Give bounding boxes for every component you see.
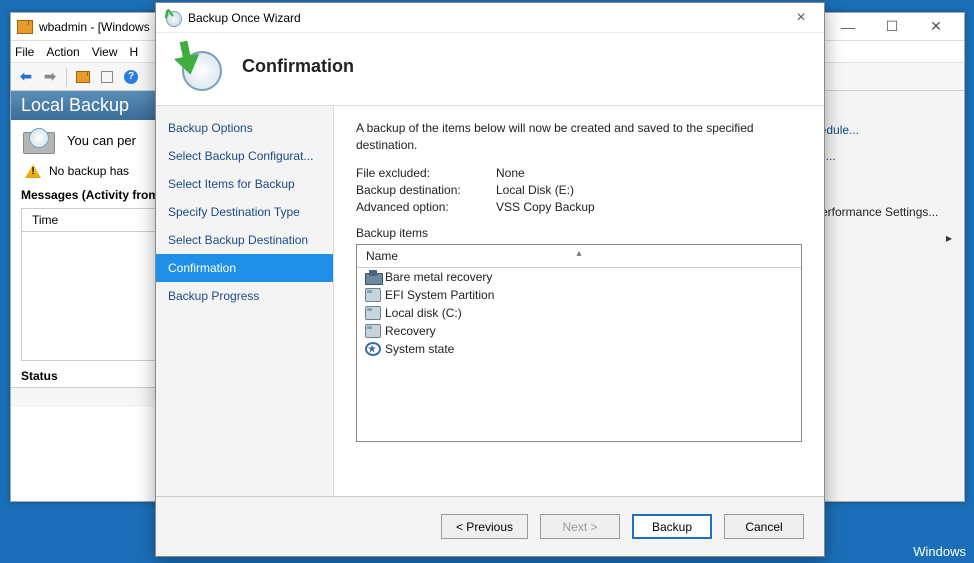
wizard-header: Confirmation [156,33,824,106]
drive-icon [365,306,381,320]
file-excluded-value: None [496,166,525,180]
wizard-header-icon [174,41,224,91]
backup-item-label: System state [385,342,454,356]
backup-cd-icon [21,126,57,154]
minimize-button[interactable]: — [826,17,870,37]
wizard-step[interactable]: Select Items for Backup [156,170,333,198]
forward-button[interactable]: ➡ [39,66,61,88]
wizard-step[interactable]: Backup Progress [156,282,333,310]
backup-item-row[interactable]: Bare metal recovery [357,268,801,286]
sys-icon [365,342,381,356]
file-excluded-label: File excluded: [356,166,496,180]
warning-icon [25,164,41,178]
menu-view[interactable]: View [92,45,118,59]
wizard-step[interactable]: Backup Options [156,114,333,142]
wizard-page-title: Confirmation [242,56,354,77]
wizard-step-list: Backup OptionsSelect Backup Configurat..… [156,106,334,496]
toolbar-icon-1[interactable] [72,66,94,88]
backup-item-label: Local disk (C:) [385,306,462,320]
wizard-step[interactable]: Specify Destination Type [156,198,333,226]
advanced-label: Advanced option: [356,200,496,214]
wizard-dialog-title: Backup Once Wizard [188,11,301,25]
wizard-description: A backup of the items below will now be … [356,120,802,154]
wizard-content: A backup of the items below will now be … [334,106,824,496]
previous-button[interactable]: < Previous [441,514,528,539]
destination-value: Local Disk (E:) [496,183,574,197]
no-backup-warning: No backup has [49,164,129,178]
action-more[interactable]: ▸ [805,225,964,237]
wizard-step[interactable]: Select Backup Configurat... [156,142,333,170]
drive-icon [365,324,381,338]
menu-help[interactable]: H [130,45,139,59]
back-button[interactable]: ⬅ [15,66,37,88]
next-button: Next > [540,514,620,539]
maximize-button[interactable]: ☐ [870,17,914,37]
backup-once-wizard: Backup Once Wizard × Confirmation Backup… [155,2,825,557]
separator [66,68,67,86]
cancel-button[interactable]: Cancel [724,514,804,539]
windows-watermark: Windows [905,540,974,563]
backup-item-label: EFI System Partition [385,288,494,302]
wbadmin-title: wbadmin - [Windows [39,20,150,34]
toolbar-icon-2[interactable] [96,66,118,88]
backup-items-header[interactable]: Name ▴ [357,245,801,268]
backup-items-list[interactable]: Name ▴ Bare metal recovery EFI System Par… [356,244,802,442]
backup-items-label: Backup items [356,226,802,240]
toolbar-help-icon[interactable]: ? [120,66,142,88]
wizard-step[interactable]: Confirmation [156,254,333,282]
action-schedule[interactable]: hedule... [805,117,964,143]
local-backup-intro: You can per [67,133,136,148]
wizard-titlebar: Backup Once Wizard × [156,3,824,33]
wbadmin-icon [17,20,33,34]
wizard-title-icon [164,9,182,27]
advanced-value: VSS Copy Backup [496,200,595,214]
sort-indicator-icon: ▴ [576,248,581,259]
wizard-footer: < Previous Next > Backup Cancel [156,496,824,556]
drive-icon [365,288,381,302]
wizard-step[interactable]: Select Backup Destination [156,226,333,254]
actions-pane: hedule... ce... Performance Settings... … [804,91,964,501]
backup-item-label: Bare metal recovery [385,270,492,284]
backup-item-label: Recovery [385,324,436,338]
menu-file[interactable]: File [15,45,34,59]
backup-button[interactable]: Backup [632,514,712,539]
backup-item-row[interactable]: EFI System Partition [357,286,801,304]
backup-item-row[interactable]: Recovery [357,322,801,340]
menu-action[interactable]: Action [46,45,79,59]
wizard-close-button[interactable]: × [786,9,816,27]
bmr-icon [365,270,381,284]
action-once[interactable]: ce... [805,143,964,169]
close-button[interactable]: ✕ [914,17,958,37]
destination-label: Backup destination: [356,183,496,197]
col-name[interactable]: Name [357,245,407,267]
backup-item-row[interactable]: System state [357,340,801,358]
backup-item-row[interactable]: Local disk (C:) [357,304,801,322]
action-performance[interactable]: Performance Settings... [805,199,964,225]
